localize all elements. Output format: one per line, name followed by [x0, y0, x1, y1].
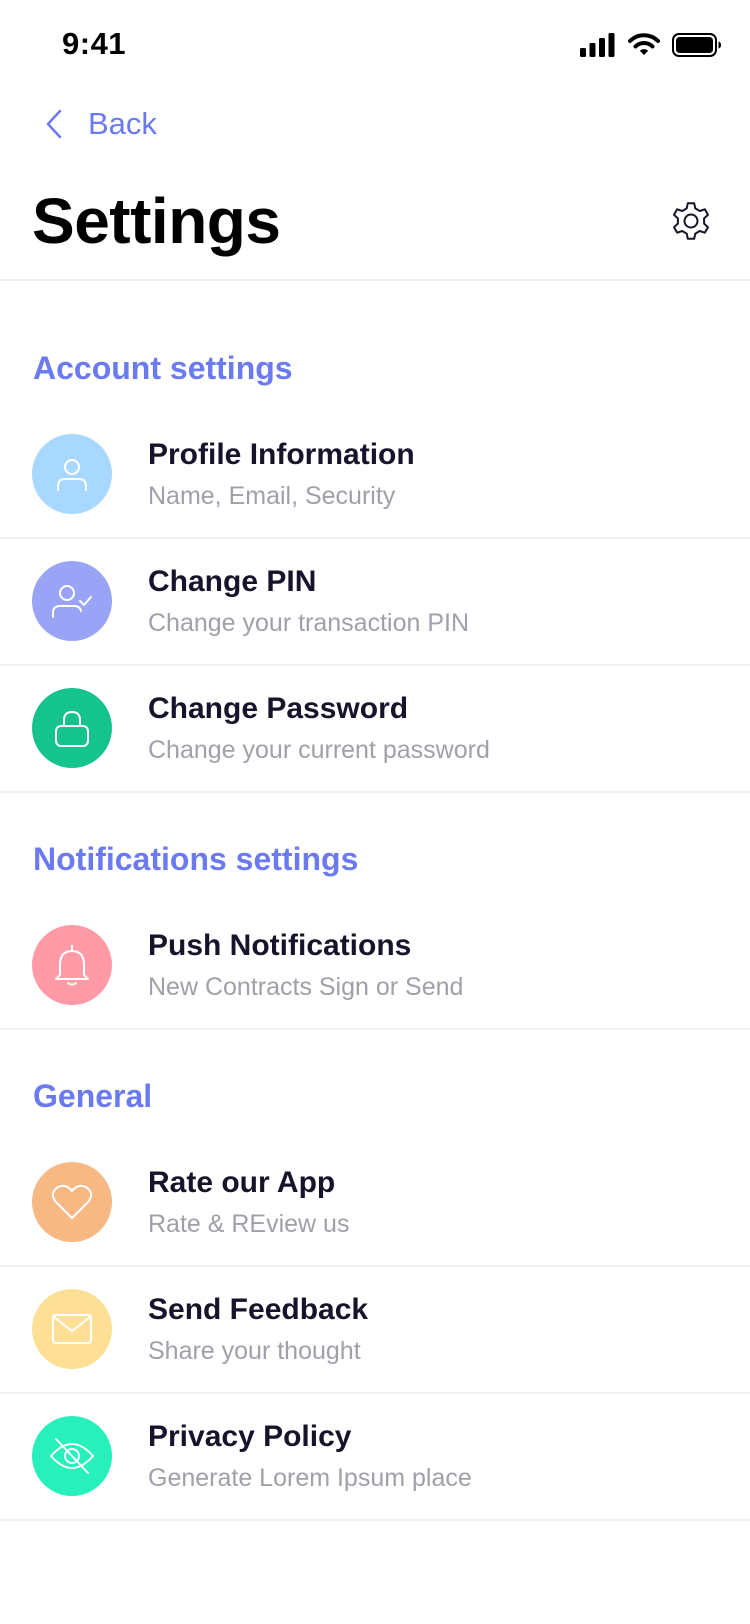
user-icon	[32, 434, 112, 514]
status-bar: 9:41	[0, 0, 750, 88]
settings-item-privacy-policy[interactable]: Privacy Policy Generate Lorem Ipsum plac…	[0, 1394, 750, 1521]
item-subtitle: New Contracts Sign or Send	[148, 973, 464, 1001]
section-title-general: General	[33, 1078, 153, 1114]
item-title: Change Password	[148, 692, 409, 725]
item-subtitle: Change your current password	[148, 736, 490, 764]
battery-icon	[672, 33, 721, 57]
status-icons	[580, 30, 722, 60]
settings-item-send-feedback[interactable]: Send Feedback Share your thought	[0, 1267, 750, 1394]
item-subtitle: Rate & REview us	[148, 1210, 350, 1238]
settings-item-profile-information[interactable]: Profile Information Name, Email, Securit…	[0, 412, 750, 539]
settings-item-change-pin[interactable]: Change PIN Change your transaction PIN	[0, 539, 750, 666]
item-subtitle: Change your transaction PIN	[148, 609, 470, 637]
header-divider	[0, 279, 750, 281]
back-label: Back	[88, 106, 157, 141]
status-time: 9:41	[62, 26, 127, 61]
section-title-account: Account settings	[33, 350, 293, 386]
heart-icon	[32, 1162, 112, 1242]
wifi-icon	[628, 33, 660, 55]
signal-icon	[580, 33, 615, 57]
back-button[interactable]: Back	[44, 106, 157, 142]
item-subtitle: Name, Email, Security	[148, 482, 396, 510]
item-title: Profile Information	[148, 438, 415, 471]
item-title: Change PIN	[148, 565, 317, 598]
gear-icon[interactable]	[666, 196, 716, 246]
user-check-icon	[32, 561, 112, 641]
page-title: Settings	[32, 185, 281, 257]
bell-icon	[32, 925, 112, 1005]
item-title: Push Notifications	[148, 929, 412, 962]
lock-icon	[32, 688, 112, 768]
mail-icon	[32, 1289, 112, 1369]
eye-off-icon	[32, 1416, 112, 1496]
item-subtitle: Generate Lorem Ipsum place	[148, 1464, 472, 1492]
row-divider	[0, 1519, 750, 1521]
item-title: Privacy Policy	[148, 1420, 352, 1453]
item-subtitle: Share your thought	[148, 1337, 361, 1365]
settings-item-rate-our-app[interactable]: Rate our App Rate & REview us	[0, 1140, 750, 1267]
chevron-left-icon	[46, 109, 62, 139]
settings-item-push-notifications[interactable]: Push Notifications New Contracts Sign or…	[0, 903, 750, 1030]
settings-item-change-password[interactable]: Change Password Change your current pass…	[0, 666, 750, 793]
item-title: Rate our App	[148, 1166, 336, 1199]
row-divider	[0, 791, 750, 793]
item-title: Send Feedback	[148, 1293, 369, 1326]
section-title-notifications: Notifications settings	[33, 841, 359, 877]
row-divider	[0, 1028, 750, 1030]
